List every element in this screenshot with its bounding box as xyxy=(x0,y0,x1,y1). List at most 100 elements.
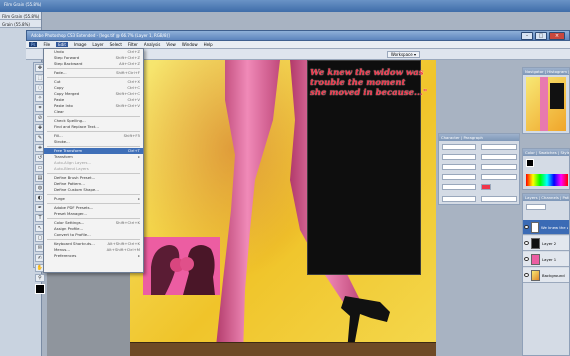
menu-item-shortcut: Alt+Shift+Ctrl+M xyxy=(106,247,140,252)
photoshop-titlebar[interactable]: Adobe Photoshop CS3 Extended - [legs.tif… xyxy=(26,30,570,41)
minimize-icon[interactable]: – xyxy=(521,32,533,40)
font-style-field[interactable] xyxy=(481,144,517,150)
close-icon[interactable]: × xyxy=(549,32,565,40)
foreground-swatch[interactable] xyxy=(35,284,45,294)
menu-image[interactable]: Image xyxy=(74,42,87,47)
window-controls: – □ × xyxy=(521,32,565,40)
menu-separator xyxy=(47,194,140,195)
tracking-field[interactable] xyxy=(481,164,517,170)
menu-item-auto-blend-layers[interactable]: Auto-Blend Layers xyxy=(44,166,143,172)
menu-item-shortcut: Alt+Ctrl+Z xyxy=(119,61,140,66)
blend-mode-field[interactable] xyxy=(526,204,546,210)
layer-name: We knew the wi xyxy=(541,224,568,230)
language-field[interactable] xyxy=(442,196,476,202)
layers-panel: Layers | Channels | Paths T We knew the … xyxy=(522,193,570,356)
menu-item-label: Clear xyxy=(54,109,64,114)
menu-layer[interactable]: Layer xyxy=(92,42,103,47)
quote-line-3: she moved in because..." xyxy=(310,88,428,98)
menu-separator xyxy=(47,131,140,132)
menu-select[interactable]: Select xyxy=(110,42,122,47)
font-size-field[interactable] xyxy=(442,154,476,160)
navigator-thumbnail[interactable] xyxy=(526,77,566,131)
quote-line-1: We knew the widow was xyxy=(310,68,424,78)
menu-item-find-and-replace-text[interactable]: Find and Replace Text... xyxy=(44,124,143,130)
menu-item-shortcut: Shift+Ctrl+V xyxy=(115,103,140,108)
layers-tabs[interactable]: Layers | Channels | Paths xyxy=(523,194,569,201)
menu-item-clear[interactable]: Clear xyxy=(44,109,143,115)
layer-row[interactable]: Layer 2 xyxy=(523,236,569,251)
menu-separator xyxy=(47,146,140,147)
eye-icon[interactable] xyxy=(524,273,529,277)
menu-file[interactable]: File xyxy=(43,42,50,47)
background-window-subtab[interactable]: Grain (55.8%) xyxy=(0,20,41,28)
floor-strip xyxy=(130,342,436,356)
menu-item-fade[interactable]: Fade... Shift+Ctrl+F xyxy=(44,70,143,76)
menu-item-label: Purge xyxy=(54,196,65,201)
background-window-title: Film Grain (55.8%) xyxy=(4,2,42,7)
leading-field[interactable] xyxy=(481,154,517,160)
font-family-field[interactable] xyxy=(442,144,476,150)
menu-separator xyxy=(47,203,140,204)
menu-item-label: Fade... xyxy=(54,70,67,75)
menu-item-define-custom-shape[interactable]: Define Custom Shape... xyxy=(44,187,143,193)
edit-menu: Undo Ctrl+Z Step Forward Shift+Ctrl+Z Step B… xyxy=(43,48,144,273)
menu-edit[interactable]: Edit xyxy=(56,42,68,47)
menu-analysis[interactable]: Analysis xyxy=(144,42,160,47)
thumb-panel xyxy=(550,83,564,109)
menu-filter[interactable]: Filter xyxy=(128,42,138,47)
zoom-tool-icon[interactable]: ⚲ xyxy=(35,274,45,282)
menu-item-preferences[interactable]: Preferences ▸ xyxy=(44,253,143,259)
menu-item-shortcut: Shift+F5 xyxy=(123,133,140,138)
menu-view[interactable]: View xyxy=(166,42,176,47)
navigator-tabs[interactable]: Navigator | Histogram | Info xyxy=(523,68,569,75)
menu-item-label: Preferences xyxy=(54,253,77,258)
navigator-panel: Navigator | Histogram | Info xyxy=(522,67,570,134)
type-layer-icon: T xyxy=(530,221,540,233)
menu-item-label: Preset Manager... xyxy=(54,211,87,216)
eye-icon[interactable] xyxy=(524,225,529,229)
menu-item-preset-manager[interactable]: Preset Manager... xyxy=(44,211,143,217)
eye-icon[interactable] xyxy=(524,241,529,245)
layer-name: Layer 2 xyxy=(542,240,557,246)
layer-row[interactable]: Layer 1 xyxy=(523,252,569,267)
maximize-icon[interactable]: □ xyxy=(535,32,547,40)
baseline-field[interactable] xyxy=(442,184,476,190)
horizontal-scale-field[interactable] xyxy=(481,174,517,180)
layer-row[interactable]: T We knew the wi xyxy=(523,220,569,235)
menu-item-convert-to-profile[interactable]: Convert to Profile... xyxy=(44,232,143,238)
text-color-swatch[interactable] xyxy=(481,184,491,190)
menu-item-shortcut: Shift+Ctrl+K xyxy=(115,220,140,225)
workspace-button[interactable]: Workspace ▾ xyxy=(386,51,420,58)
menu-item-label: Stroke... xyxy=(54,139,70,144)
menu-window[interactable]: Window xyxy=(182,42,198,47)
menu-item-shortcut: ▸ xyxy=(138,253,140,258)
antialias-field[interactable] xyxy=(481,196,517,202)
menu-item-label: Convert to Profile... xyxy=(54,232,91,237)
color-spectrum[interactable] xyxy=(526,174,568,186)
menu-item-stroke[interactable]: Stroke... xyxy=(44,139,143,145)
layer-thumbnail xyxy=(531,253,540,265)
vertical-scale-field[interactable] xyxy=(442,174,476,180)
background-window-titlebar[interactable]: Film Grain (55.8%) xyxy=(0,0,570,12)
layer-name: Layer 1 xyxy=(542,256,557,262)
background-window-tab[interactable]: Film Grain (55.8%) xyxy=(0,12,41,20)
character-tabs[interactable]: Character | Paragraph xyxy=(439,134,519,141)
menu-separator xyxy=(47,173,140,174)
color-tabs[interactable]: Color | Swatches | Styles xyxy=(523,149,569,156)
layer-thumbnail xyxy=(531,269,540,281)
menu-ps[interactable]: Ps xyxy=(29,42,38,47)
layer-name: Background xyxy=(542,272,565,278)
foreground-color[interactable] xyxy=(526,159,534,167)
layer-row[interactable]: Background xyxy=(523,268,569,283)
color-panel: Color | Swatches | Styles xyxy=(522,148,570,190)
menu-item-shortcut: ▸ xyxy=(138,196,140,201)
thumb-legs xyxy=(540,77,548,131)
menu-item-step-backward[interactable]: Step Backward Alt+Ctrl+Z xyxy=(44,61,143,67)
kerning-field[interactable] xyxy=(442,164,476,170)
quote-text[interactable]: We knew the widow was trouble the moment… xyxy=(310,68,428,98)
quote-line-2: trouble the moment xyxy=(310,78,406,88)
menu-help[interactable]: Help xyxy=(204,42,213,47)
eye-icon[interactable] xyxy=(524,257,529,261)
menu-item-purge[interactable]: Purge ▸ xyxy=(44,196,143,202)
window-title: Adobe Photoshop CS3 Extended - [legs.tif… xyxy=(31,33,170,38)
